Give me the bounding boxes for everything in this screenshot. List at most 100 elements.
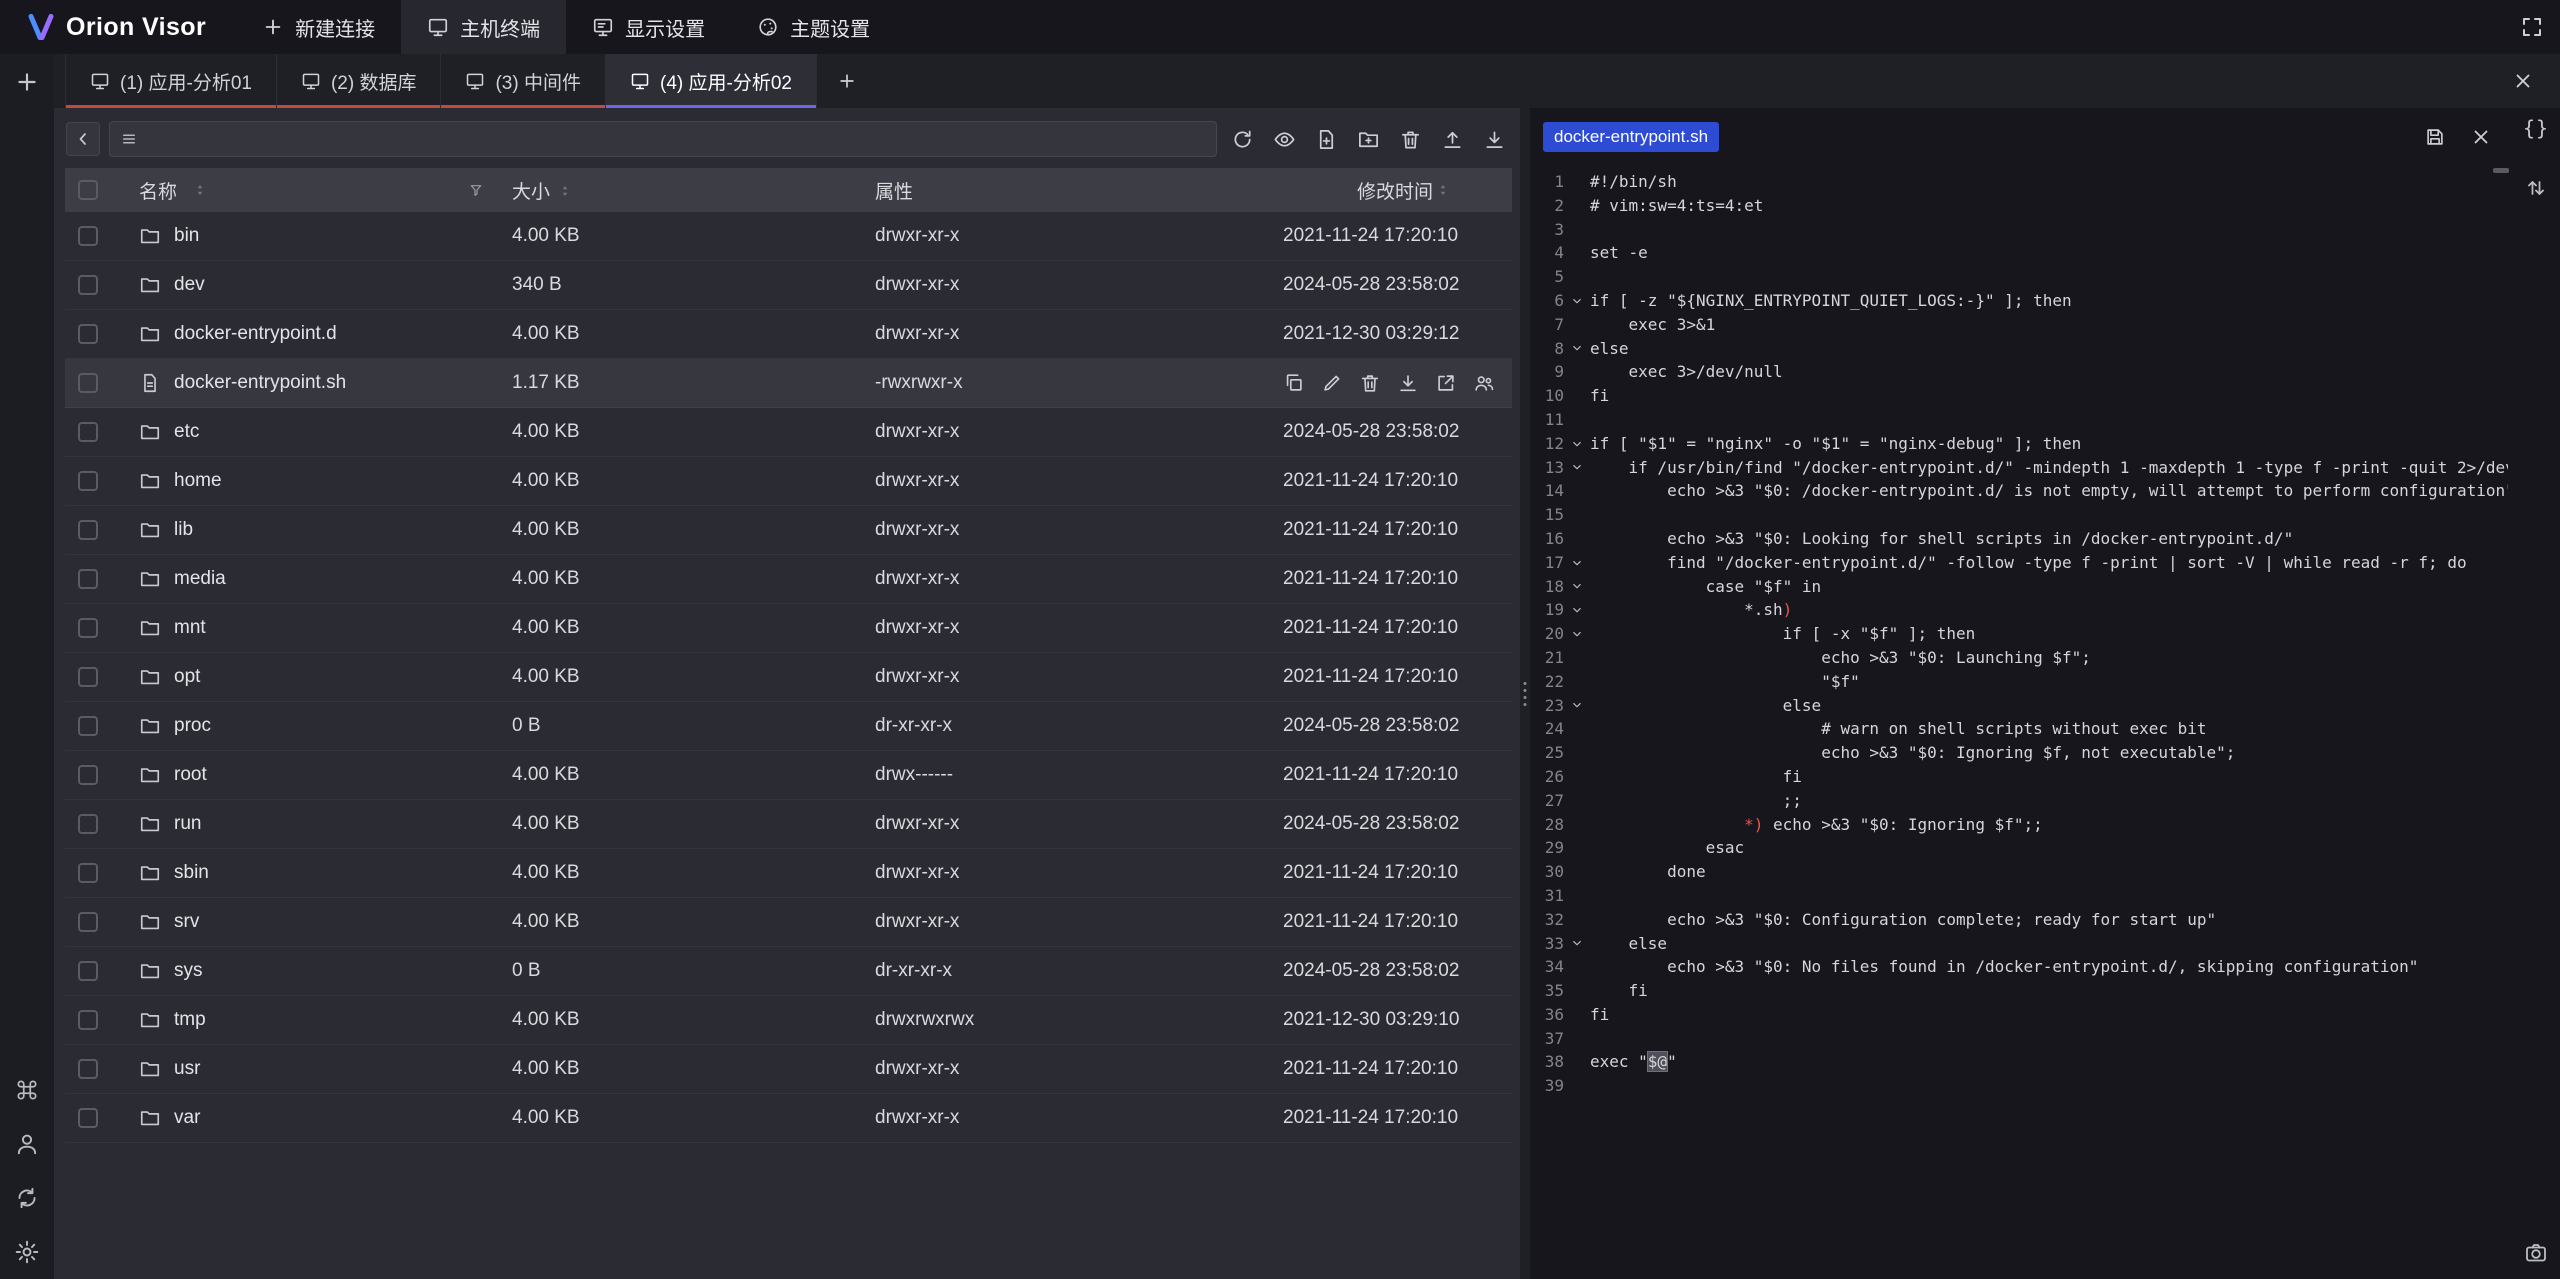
splitter-grip[interactable] xyxy=(1522,680,1528,708)
table-row[interactable]: var4.00 KBdrwxr-xr-x2021-11-24 17:20:10 xyxy=(65,1094,1512,1143)
scrollbar-thumb[interactable] xyxy=(2493,168,2509,173)
session-tab[interactable]: (4) 应用-分析02 xyxy=(606,54,817,108)
table-row[interactable]: opt4.00 KBdrwxr-xr-x2021-11-24 17:20:10 xyxy=(65,653,1512,702)
show-hidden-icon[interactable] xyxy=(1273,128,1296,151)
table-row[interactable]: run4.00 KBdrwxr-xr-x2024-05-28 23:58:02 xyxy=(65,800,1512,849)
command-icon[interactable] xyxy=(14,1077,40,1103)
table-row[interactable]: sbin4.00 KBdrwxr-xr-x2021-11-24 17:20:10 xyxy=(65,849,1512,898)
table-row[interactable]: root4.00 KBdrwx------2021-11-24 17:20:10 xyxy=(65,751,1512,800)
table-row[interactable]: mnt4.00 KBdrwxr-xr-x2021-11-24 17:20:10 xyxy=(65,604,1512,653)
fold-chevron-icon[interactable] xyxy=(1564,337,1590,361)
session-tab[interactable]: (3) 中间件 xyxy=(441,54,606,108)
row-checkbox[interactable] xyxy=(78,520,98,540)
fold-gutter xyxy=(1564,313,1590,337)
delete-icon[interactable] xyxy=(1359,372,1381,394)
row-checkbox[interactable] xyxy=(78,1010,98,1030)
table-row[interactable]: srv4.00 KBdrwxr-xr-x2021-11-24 17:20:10 xyxy=(65,898,1512,947)
table-row[interactable]: usr4.00 KBdrwxr-xr-x2021-11-24 17:20:10 xyxy=(65,1045,1512,1094)
new-folder-icon[interactable] xyxy=(1357,128,1380,151)
menu-item[interactable]: 新建连接 xyxy=(236,0,401,54)
folder-icon xyxy=(139,813,161,835)
table-row[interactable]: dev340 Bdrwxr-xr-x2024-05-28 23:58:02 xyxy=(65,261,1512,310)
row-checkbox[interactable] xyxy=(78,226,98,246)
back-button[interactable] xyxy=(66,122,100,156)
close-editor-icon[interactable] xyxy=(2470,126,2492,148)
upload-icon[interactable] xyxy=(1441,128,1464,151)
refresh-icon[interactable] xyxy=(1231,128,1254,151)
fold-chevron-icon[interactable] xyxy=(1564,932,1590,956)
camera-icon[interactable] xyxy=(2524,1241,2548,1265)
fold-chevron-icon[interactable] xyxy=(1564,456,1590,480)
braces-icon[interactable]: {} xyxy=(2523,108,2549,140)
table-row[interactable]: tmp4.00 KBdrwxrwxrwx2021-12-30 03:29:10 xyxy=(65,996,1512,1045)
sort-name-icon[interactable] xyxy=(193,183,207,197)
delete-icon[interactable] xyxy=(1399,128,1422,151)
download-icon[interactable] xyxy=(1483,128,1506,151)
menu-item[interactable]: 主题设置 xyxy=(731,0,896,54)
menu-item[interactable]: 显示设置 xyxy=(566,0,731,54)
user-icon[interactable] xyxy=(14,1131,40,1157)
row-checkbox[interactable] xyxy=(78,618,98,638)
row-checkbox[interactable] xyxy=(78,912,98,932)
filter-icon[interactable] xyxy=(468,182,484,198)
table-row[interactable]: sys0 Bdr-xr-xr-x2024-05-28 23:58:02 xyxy=(65,947,1512,996)
save-icon[interactable] xyxy=(2424,126,2446,148)
row-checkbox[interactable] xyxy=(78,569,98,589)
session-tab[interactable]: (1) 应用-分析01 xyxy=(65,54,277,108)
menu-item[interactable]: 主机终端 xyxy=(401,0,566,54)
download-icon[interactable] xyxy=(1397,372,1419,394)
fullscreen-icon[interactable] xyxy=(2520,15,2544,39)
file-size: 0 B xyxy=(496,960,853,982)
swap-vertical-icon[interactable] xyxy=(2524,176,2548,200)
table-row[interactable]: etc4.00 KBdrwxr-xr-x2024-05-28 23:58:02 xyxy=(65,408,1512,457)
fold-chevron-icon[interactable] xyxy=(1564,575,1590,599)
fold-chevron-icon[interactable] xyxy=(1564,432,1590,456)
fold-chevron-icon[interactable] xyxy=(1564,598,1590,622)
sort-modified-icon[interactable] xyxy=(1436,183,1450,197)
row-checkbox[interactable] xyxy=(78,324,98,344)
path-input[interactable] xyxy=(109,121,1217,157)
add-tab-icon[interactable] xyxy=(837,71,857,91)
row-checkbox[interactable] xyxy=(78,1059,98,1079)
close-all-tabs-icon[interactable] xyxy=(2512,70,2534,92)
new-connection-icon[interactable] xyxy=(14,69,40,95)
select-all-checkbox[interactable] xyxy=(78,180,98,200)
table-row[interactable]: docker-entrypoint.sh1.17 KB-rwxrwxr-x xyxy=(65,359,1512,408)
row-checkbox[interactable] xyxy=(78,716,98,736)
row-checkbox[interactable] xyxy=(78,471,98,491)
move-icon[interactable] xyxy=(1435,372,1457,394)
new-file-icon[interactable] xyxy=(1315,128,1338,151)
row-checkbox[interactable] xyxy=(78,961,98,981)
table-row[interactable]: lib4.00 KBdrwxr-xr-x2021-11-24 17:20:10 xyxy=(65,506,1512,555)
file-attr: drwxr-xr-x xyxy=(853,421,1283,443)
table-row[interactable]: bin4.00 KBdrwxr-xr-x2021-11-24 17:20:10 xyxy=(65,212,1512,261)
row-checkbox[interactable] xyxy=(78,863,98,883)
row-checkbox[interactable] xyxy=(78,667,98,687)
panel-splitter[interactable] xyxy=(1520,108,1530,1279)
session-tab[interactable]: (2) 数据库 xyxy=(277,54,442,108)
row-checkbox[interactable] xyxy=(78,422,98,442)
code-editor[interactable]: 1#!/bin/sh2# vim:sw=4:ts=4:et34set -e56i… xyxy=(1530,170,2508,1279)
modified-value: 2021-11-24 17:20:10 xyxy=(1283,568,1458,590)
table-row[interactable]: docker-entrypoint.d4.00 KBdrwxr-xr-x2021… xyxy=(65,310,1512,359)
row-checkbox[interactable] xyxy=(78,373,98,393)
edit-icon[interactable] xyxy=(1321,372,1343,394)
permission-icon[interactable] xyxy=(1473,372,1495,394)
code-line: 36fi xyxy=(1530,1003,2508,1027)
row-checkbox[interactable] xyxy=(78,275,98,295)
copy-icon[interactable] xyxy=(1283,372,1305,394)
fold-chevron-icon[interactable] xyxy=(1564,694,1590,718)
modified-value: 2021-11-24 17:20:10 xyxy=(1283,764,1458,786)
table-row[interactable]: home4.00 KBdrwxr-xr-x2021-11-24 17:20:10 xyxy=(65,457,1512,506)
sync-icon[interactable] xyxy=(14,1185,40,1211)
row-checkbox[interactable] xyxy=(78,814,98,834)
fold-chevron-icon[interactable] xyxy=(1564,622,1590,646)
table-row[interactable]: proc0 Bdr-xr-xr-x2024-05-28 23:58:02 xyxy=(65,702,1512,751)
row-checkbox[interactable] xyxy=(78,765,98,785)
row-checkbox[interactable] xyxy=(78,1108,98,1128)
fold-chevron-icon[interactable] xyxy=(1564,289,1590,313)
sort-size-icon[interactable] xyxy=(558,184,572,198)
fold-chevron-icon[interactable] xyxy=(1564,551,1590,575)
settings-icon[interactable] xyxy=(14,1239,40,1265)
table-row[interactable]: media4.00 KBdrwxr-xr-x2021-11-24 17:20:1… xyxy=(65,555,1512,604)
